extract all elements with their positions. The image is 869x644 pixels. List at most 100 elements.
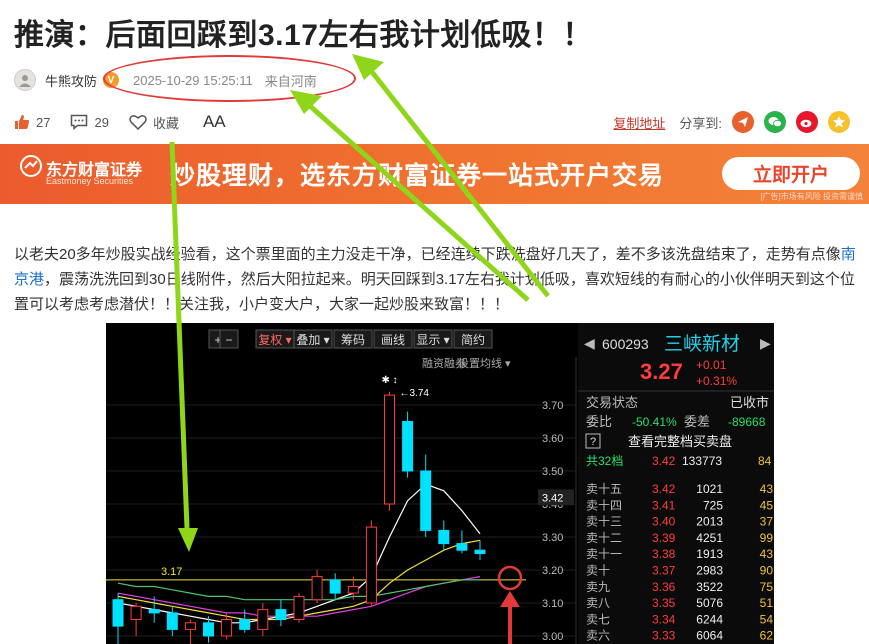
open-account-button[interactable]: 立即开户: [722, 157, 860, 190]
article-text-1: 以老夫20多年炒股实战经验看，这个票里面的主力没走干净，已经连续下跌洗盘好几天了…: [14, 246, 841, 263]
high-marker: ✱ ↕: [382, 375, 398, 386]
trade-status: 已收市: [730, 395, 769, 410]
support-label: 3.17: [161, 566, 182, 578]
toolbar-button-label: 叠加 ▾: [296, 333, 329, 347]
order-level-volume: 1021: [696, 482, 723, 496]
candle-body: [166, 612, 178, 630]
high-label: ←3.74: [400, 388, 430, 399]
order-level-volume: 3522: [696, 580, 723, 594]
like-button[interactable]: 27: [14, 114, 50, 130]
order-level-price: 3.40: [652, 515, 676, 529]
weicha-label: 委差: [684, 414, 710, 429]
candle-body: [365, 526, 377, 604]
current-price-tag: 3.42: [542, 492, 563, 504]
candle-body: [420, 470, 432, 531]
avatar[interactable]: [14, 69, 36, 91]
order-level-price: 3.33: [652, 629, 676, 643]
comment-count: 29: [94, 114, 109, 130]
annotation-red-arrow-head: [500, 591, 520, 607]
font-size-button[interactable]: AA: [203, 112, 226, 132]
copy-link[interactable]: 复制地址: [613, 113, 665, 132]
order-level-price: 3.39: [652, 531, 676, 545]
price-change-pct: +0.31%: [696, 374, 737, 388]
share-label: 分享到:: [679, 115, 722, 131]
candle-body: [130, 605, 142, 620]
y-axis-tick: 3.10: [542, 598, 563, 610]
wechat-icon[interactable]: [764, 111, 786, 133]
share-guba-icon[interactable]: [732, 111, 754, 133]
author-name[interactable]: 牛熊攻防: [45, 71, 97, 90]
candle-body: [184, 622, 196, 630]
help-icon: ?: [590, 436, 596, 448]
candle-body: [257, 609, 269, 630]
y-axis-tick: 3.60: [542, 433, 563, 445]
order-level-count: 62: [760, 629, 774, 643]
stock-chart: + − 复权 ▾ 叠加 ▾ 筹码 画线 显示 ▾ 简约 融资融券 设置均线 ▾ 3.70 3.60 3.…: [106, 323, 774, 644]
stock-code: 600293: [602, 336, 649, 352]
total-levels-volume: 133773: [682, 454, 722, 468]
order-level-volume: 6064: [696, 629, 723, 643]
y-axis-tick: 3.30: [542, 532, 563, 544]
order-level-label: 卖十二: [586, 531, 622, 545]
order-level-label: 卖六: [586, 629, 610, 643]
order-level-volume: 1913: [696, 547, 723, 561]
weibi-value: -50.41%: [632, 415, 677, 429]
favorite-button[interactable]: 收藏: [129, 113, 179, 132]
order-level-price: 3.37: [652, 564, 676, 578]
candle-body: [311, 576, 323, 601]
toolbar-button-label: 复权 ▾: [258, 333, 291, 347]
stock-name: 三峡新材: [664, 333, 740, 355]
y-axis-tick: 3.50: [542, 466, 563, 478]
order-level-volume: 2983: [696, 564, 723, 578]
order-level-price: 3.35: [652, 596, 676, 610]
total-levels-price: 3.42: [652, 454, 676, 468]
annotation-circle: [103, 55, 356, 102]
weibo-icon[interactable]: [796, 111, 818, 133]
order-level-price: 3.34: [652, 612, 676, 626]
order-level-count: 75: [760, 580, 774, 594]
candle-body: [148, 609, 160, 614]
like-count: 27: [36, 114, 51, 130]
order-level-count: 54: [760, 612, 774, 626]
order-level-count: 43: [760, 482, 774, 496]
order-level-label: 卖十一: [586, 547, 622, 561]
order-level-label: 卖七: [586, 612, 610, 626]
eastmoney-logo-icon: [20, 155, 42, 177]
kline-chart-svg: + − 复权 ▾ 叠加 ▾ 筹码 画线 显示 ▾ 简约融资融券设置均线 ▾3.703.603.…: [106, 323, 774, 644]
order-level-price: 3.42: [652, 482, 676, 496]
full-book-link: 查看完整档买卖盘: [628, 434, 732, 449]
order-level-volume: 725: [703, 498, 723, 512]
user-icon: [19, 75, 31, 87]
chart-submenu-item: 设置均线 ▾: [458, 356, 511, 370]
order-level-volume: 2013: [696, 515, 723, 529]
candle-body: [384, 394, 395, 505]
y-axis-tick: 3.20: [542, 565, 563, 577]
star-icon[interactable]: [828, 111, 850, 133]
favorite-label: 收藏: [152, 115, 179, 131]
comment-icon: [70, 114, 88, 130]
toolbar-button-label: −: [225, 333, 232, 347]
nav-prev-icon: ◀: [584, 335, 595, 351]
order-level-count: 43: [760, 547, 774, 561]
order-level-label: 卖十四: [586, 498, 622, 512]
share-tools: 复制地址 分享到:: [613, 111, 860, 133]
ad-banner[interactable]: 东方财富证券 Eastmoney Securities 炒股理财，选东方财富证券…: [0, 144, 869, 204]
comment-button[interactable]: 29: [70, 114, 109, 130]
banner-disclaimer: [广告]市场有风险 投资需谨慎: [760, 192, 863, 201]
order-level-label: 卖十五: [586, 482, 622, 496]
total-levels-count: 84: [758, 454, 772, 468]
toolbar-button-label: 显示 ▾: [416, 333, 449, 347]
trade-status-label: 交易状态: [586, 395, 638, 410]
order-level-count: 51: [760, 596, 774, 610]
candle-body: [347, 586, 359, 594]
y-axis-tick: 3.00: [542, 631, 563, 643]
candle-body: [275, 609, 287, 621]
order-level-count: 37: [760, 515, 774, 529]
order-level-price: 3.36: [652, 580, 676, 594]
toolbar-button-label: 筹码: [341, 333, 365, 347]
candle-body: [112, 599, 124, 627]
order-level-label: 卖九: [586, 580, 610, 594]
order-level-price: 3.41: [652, 498, 676, 512]
order-level-count: 90: [760, 564, 774, 578]
nav-next-icon: ▶: [760, 335, 771, 351]
